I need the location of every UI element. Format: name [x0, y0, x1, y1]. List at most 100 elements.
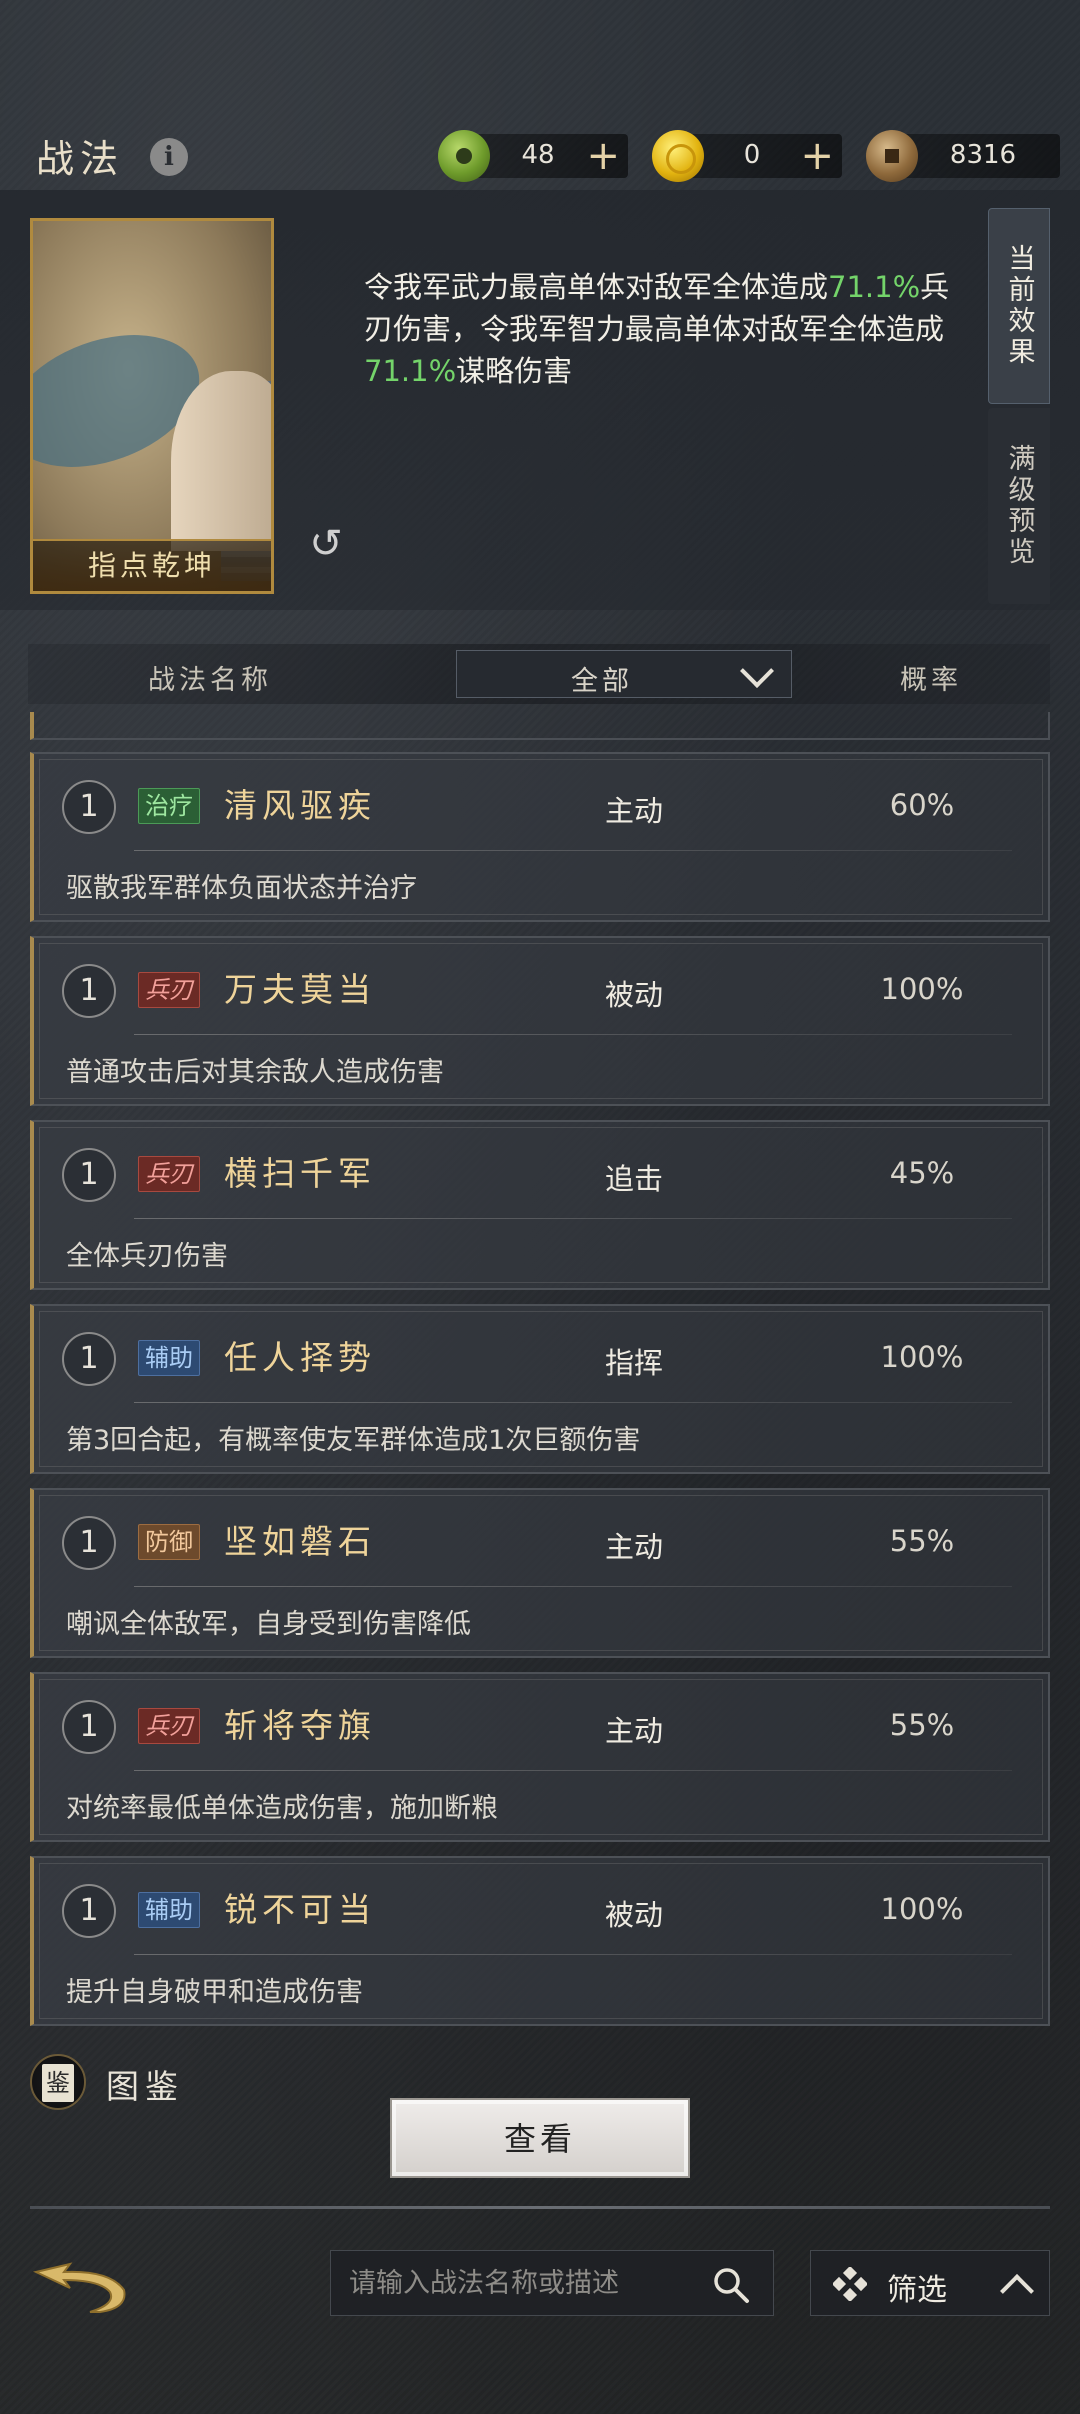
skill-name: 万夫莫当: [224, 970, 376, 1009]
jade-coin-icon: [438, 130, 490, 182]
skill-type: 被动: [604, 978, 663, 1012]
category-dropdown-value: 全部: [571, 666, 633, 697]
row-divider: [134, 1954, 1012, 1955]
add-jade-button[interactable]: +: [586, 134, 620, 178]
back-arrow-icon[interactable]: [30, 2258, 130, 2316]
skill-name: 斩将夺旗: [224, 1706, 376, 1745]
skill-row[interactable]: 1 兵刃 横扫千军 追击 45% 全体兵刃伤害: [30, 1120, 1050, 1290]
skill-description: 提升自身破甲和造成伤害: [66, 1977, 363, 2008]
list-header-bar: 战法名称 全部 概率: [28, 644, 1050, 704]
currency-copper: 8316: [866, 130, 1060, 182]
effect-text-part: 谋略伤害: [456, 354, 573, 388]
skill-name: 清风驱疾: [224, 786, 376, 825]
filter-button[interactable]: 筛选: [810, 2250, 1050, 2316]
skill-description: 全体兵刃伤害: [66, 1241, 228, 1272]
skill-type: 主动: [604, 1530, 663, 1564]
search-input[interactable]: [349, 2261, 689, 2305]
skill-effect-text: 令我军武力最高单体对敌军全体造成71.1%兵刃伤害，令我军智力最高单体对敌军全体…: [364, 266, 960, 392]
skill-tag: 兵刃: [138, 1708, 200, 1744]
skill-name: 坚如磐石: [224, 1522, 376, 1561]
skill-description: 驱散我军群体负面状态并治疗: [66, 873, 417, 904]
skill-name: 任人择势: [224, 1338, 376, 1377]
skill-rate: 60%: [889, 788, 955, 822]
effect-value: 71.1%: [364, 354, 457, 388]
chevron-down-icon: [741, 657, 773, 689]
skill-level: 1: [62, 780, 116, 834]
skill-rate: 55%: [889, 1708, 955, 1742]
atlas-label[interactable]: 图鉴: [106, 2060, 184, 2108]
skill-rate: 45%: [889, 1156, 955, 1190]
skill-type: 主动: [604, 1714, 663, 1748]
skill-card[interactable]: 指点乾坤: [30, 218, 274, 594]
skill-tag: 治疗: [138, 788, 200, 824]
atlas-icon[interactable]: 鉴: [30, 2054, 86, 2110]
skill-type: 指挥: [604, 1346, 663, 1380]
skill-level: 1: [62, 1148, 116, 1202]
skill-tag: 兵刃: [138, 1156, 200, 1192]
skill-rate: 100%: [880, 1892, 964, 1926]
skill-description: 嘲讽全体敌军，自身受到伤害降低: [66, 1609, 471, 1640]
skill-type: 主动: [604, 794, 663, 828]
filter-diamond-icon: [831, 2265, 869, 2303]
category-dropdown[interactable]: 全部: [456, 650, 792, 698]
page-title: 战法: [36, 137, 125, 181]
info-icon[interactable]: i: [150, 138, 188, 176]
row-divider: [134, 850, 1012, 851]
skill-list[interactable]: 1 治疗 清风驱疾 主动 60% 驱散我军群体负面状态并治疗 1 兵刃 万夫莫当…: [30, 712, 1050, 2032]
skill-row[interactable]: 1 治疗 清风驱疾 主动 60% 驱散我军群体负面状态并治疗: [30, 752, 1050, 922]
chevron-up-icon: [1003, 2275, 1029, 2301]
skill-level: 1: [62, 964, 116, 1018]
footer-divider: [30, 2206, 1050, 2209]
skill-row[interactable]: 1 防御 坚如磐石 主动 55% 嘲讽全体敌军，自身受到伤害降低: [30, 1488, 1050, 1658]
add-gold-button[interactable]: +: [800, 134, 834, 178]
skill-level: 1: [62, 1884, 116, 1938]
column-header-rate: 概率: [900, 665, 962, 696]
currency-amount: 0: [743, 140, 761, 170]
tab-max-level-preview[interactable]: 满级预览: [988, 408, 1050, 604]
gold-coin-icon: [652, 130, 704, 182]
skill-name: 横扫千军: [224, 1154, 376, 1193]
currency-jade: 48 +: [438, 130, 628, 182]
row-divider: [134, 1402, 1012, 1403]
search-box: [330, 2250, 774, 2316]
skill-name: 锐不可当: [224, 1890, 376, 1929]
filter-label: 筛选: [887, 2273, 947, 2308]
currency-amount: 48: [521, 140, 555, 170]
skill-row[interactable]: 1 兵刃 斩将夺旗 主动 55% 对统率最低单体造成伤害，施加断粮: [30, 1672, 1050, 1842]
currency-amount: 8316: [949, 140, 1017, 170]
skill-row[interactable]: 1 辅助 任人择势 指挥 100% 第3回合起，有概率使友军群体造成1次巨额伤害: [30, 1304, 1050, 1474]
skill-level: 1: [62, 1516, 116, 1570]
currency-gold: 0 +: [652, 130, 842, 182]
refresh-icon[interactable]: ↺: [304, 522, 348, 566]
skill-tag: 防御: [138, 1524, 200, 1560]
skill-type: 被动: [604, 1898, 663, 1932]
skill-rate: 55%: [889, 1524, 955, 1558]
row-divider: [134, 1770, 1012, 1771]
column-header-name: 战法名称: [148, 665, 272, 696]
list-scroll-edge: [30, 712, 1050, 740]
skill-row[interactable]: 1 辅助 锐不可当 被动 100% 提升自身破甲和造成伤害: [30, 1856, 1050, 2026]
skill-level: 1: [62, 1332, 116, 1386]
effect-text-part: 令我军武力最高单体对敌军全体造成: [364, 270, 829, 304]
skill-type: 追击: [604, 1162, 663, 1196]
top-header: 战法 i 48 + 0 + 8316: [0, 0, 1080, 200]
row-divider: [134, 1034, 1012, 1035]
effect-value: 71.1%: [828, 270, 921, 304]
skill-description: 普通攻击后对其余敌人造成伤害: [66, 1057, 444, 1088]
effect-tabs: 当前效果 满级预览: [988, 208, 1050, 604]
skill-tag: 辅助: [138, 1892, 200, 1928]
tab-current-effect[interactable]: 当前效果: [988, 208, 1050, 404]
skill-tag: 辅助: [138, 1340, 200, 1376]
skill-tag: 兵刃: [138, 972, 200, 1008]
atlas-glyph: 鉴: [42, 2064, 74, 2102]
copper-coin-icon: [866, 130, 918, 182]
skill-level: 1: [62, 1700, 116, 1754]
skill-rate: 100%: [880, 1340, 964, 1374]
row-divider: [134, 1586, 1012, 1587]
skill-rate: 100%: [880, 972, 964, 1006]
skill-row[interactable]: 1 兵刃 万夫莫当 被动 100% 普通攻击后对其余敌人造成伤害: [30, 936, 1050, 1106]
view-button[interactable]: 查看: [390, 2098, 690, 2178]
search-icon[interactable]: [711, 2265, 751, 2305]
skill-description: 第3回合起，有概率使友军群体造成1次巨额伤害: [66, 1425, 641, 1456]
card-name: 指点乾坤: [33, 539, 271, 591]
